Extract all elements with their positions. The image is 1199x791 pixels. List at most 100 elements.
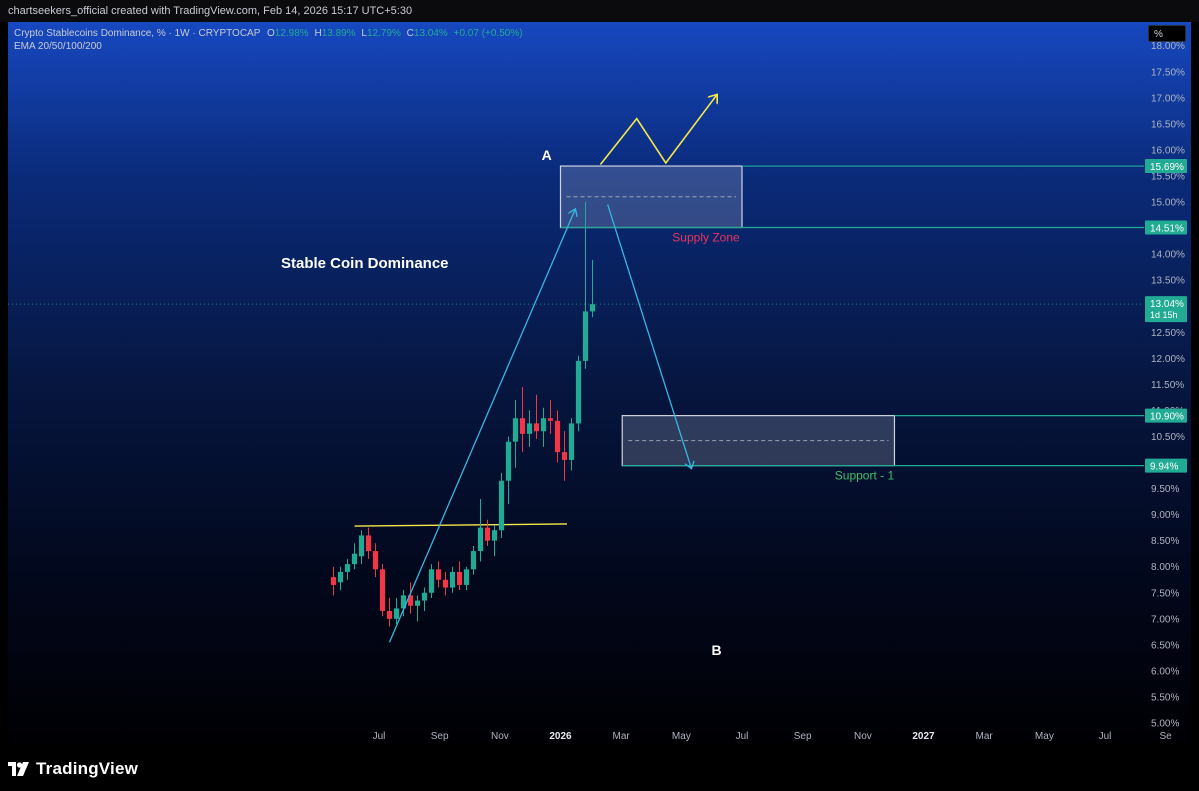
- x-tick-label: Jul: [1099, 731, 1112, 742]
- y-tick-label: 9.00%: [1151, 510, 1179, 521]
- current-price-tag: 13.04%: [1150, 299, 1184, 310]
- price-change: +0.07 (+0.50%): [453, 28, 523, 39]
- y-tick-label: 12.50%: [1151, 328, 1185, 339]
- y-tick-label: 5.50%: [1151, 692, 1179, 703]
- ohlc-open-label: O: [266, 28, 275, 39]
- y-tick-label: 17.00%: [1151, 93, 1185, 104]
- candle-body: [519, 418, 526, 434]
- price-tag: 10.90%: [1150, 412, 1184, 423]
- y-tick-label: 8.50%: [1151, 536, 1179, 547]
- candle-body: [414, 600, 421, 606]
- x-tick-label: Jul: [736, 731, 749, 742]
- candle-body: [372, 551, 379, 570]
- price-tag: 14.51%: [1150, 224, 1184, 235]
- y-tick-label: 13.50%: [1151, 276, 1185, 287]
- candle-body: [540, 418, 547, 432]
- x-tick-label: 2026: [549, 731, 572, 742]
- ohlc-close-value: 13.04%: [413, 28, 448, 39]
- y-tick-label: 16.50%: [1151, 119, 1185, 130]
- x-tick-label: Nov: [491, 731, 509, 742]
- indicator-label[interactable]: EMA 20/50/100/200: [14, 40, 523, 53]
- tradingview-wordmark: TradingView: [36, 759, 139, 778]
- chart-area[interactable]: 5.00% 5.50% 6.00% 6.50% 7.00% 7.50% 8.00% 8.50%…: [8, 22, 1191, 745]
- footer: TradingView: [0, 745, 1199, 791]
- support-zone-label: Support - 1: [835, 469, 895, 483]
- candle-body: [435, 569, 442, 580]
- point-label-b: B: [712, 642, 722, 658]
- x-tick-label: 2027: [912, 731, 935, 742]
- y-tick-label: 9.50%: [1151, 484, 1179, 495]
- candle-body: [568, 423, 575, 460]
- x-tick-label: Mar: [976, 731, 994, 742]
- y-tick-label: 5.00%: [1151, 719, 1179, 730]
- y-tick-label: 8.00%: [1151, 562, 1179, 573]
- attribution-text: chartseekers_official created with Tradi…: [8, 5, 413, 17]
- candle-body: [561, 452, 568, 460]
- candle-body: [358, 535, 365, 557]
- candle-body: [589, 304, 596, 312]
- candle-body: [428, 569, 435, 593]
- candle-body: [498, 480, 505, 531]
- x-tick-label: Sep: [431, 731, 449, 742]
- ohlc-high-label: H: [314, 28, 322, 39]
- y-tick-label: 11.50%: [1151, 380, 1184, 391]
- x-tick-label: Se: [1160, 731, 1173, 742]
- x-tick-label: Jul: [373, 731, 386, 742]
- tradingview-logo[interactable]: TradingView: [8, 759, 138, 779]
- candle-body: [575, 360, 582, 424]
- y-tick-label: 15.50%: [1151, 171, 1185, 182]
- y-tick-label: 6.00%: [1151, 666, 1179, 677]
- candle-body: [337, 571, 344, 583]
- candle-body: [470, 551, 477, 570]
- y-tick-label: 7.50%: [1151, 588, 1179, 599]
- y-tick-label: 10.50%: [1151, 432, 1185, 443]
- candle-body: [505, 441, 512, 481]
- supply-zone-label: Supply Zone: [672, 231, 740, 245]
- chart-legend: Crypto Stablecoins Dominance, % · 1W · C…: [14, 27, 523, 53]
- y-tick-label: 15.00%: [1151, 198, 1185, 209]
- scale-unit-button[interactable]: %: [1148, 25, 1186, 42]
- tradingview-logo-icon: [8, 762, 29, 776]
- candle-body: [533, 423, 540, 432]
- candle-body: [484, 527, 491, 541]
- y-tick-label: 12.00%: [1151, 354, 1185, 365]
- x-tick-label: May: [672, 731, 691, 742]
- x-tick-label: Sep: [794, 731, 812, 742]
- x-tick-label: May: [1035, 731, 1054, 742]
- ohlc-close-label: C: [406, 28, 414, 39]
- point-label-a: A: [542, 147, 552, 163]
- symbol-name[interactable]: Crypto Stablecoins Dominance, % · 1W · C…: [14, 28, 260, 39]
- y-tick-label: 7.00%: [1151, 614, 1179, 625]
- price-tag: 15.69%: [1150, 162, 1184, 173]
- ohlc-low-value: 12.79%: [366, 28, 401, 39]
- candle-body: [456, 571, 463, 585]
- candle-body: [449, 571, 456, 588]
- ohlc-open-value: 12.98%: [274, 28, 309, 39]
- candle-body: [477, 527, 484, 552]
- x-tick-label: Mar: [613, 731, 631, 742]
- candle-body: [330, 577, 337, 585]
- candle-body: [351, 553, 358, 565]
- chart-background: [8, 22, 1191, 745]
- y-tick-label: 6.50%: [1151, 640, 1179, 651]
- y-tick-label: 17.50%: [1151, 67, 1185, 78]
- bar-countdown: 1d 15h: [1150, 310, 1178, 320]
- candle-body: [463, 569, 470, 585]
- legend-line-1: Crypto Stablecoins Dominance, % · 1W · C…: [14, 27, 523, 40]
- y-tick-label: 14.00%: [1151, 250, 1185, 261]
- chart-title: Stable Coin Dominance: [281, 255, 449, 272]
- candle-body: [526, 423, 533, 434]
- candle-body: [386, 610, 393, 619]
- attribution-bar: chartseekers_official created with Tradi…: [0, 0, 1199, 22]
- candle-body: [421, 592, 428, 601]
- candle-body: [393, 608, 400, 619]
- candle-body: [379, 569, 386, 611]
- candle-body: [344, 564, 351, 572]
- candle-body: [365, 535, 372, 552]
- price-tag: 9.94%: [1150, 462, 1178, 473]
- candle-body: [442, 579, 449, 588]
- price-chart[interactable]: 5.00% 5.50% 6.00% 6.50% 7.00% 7.50% 8.00% 8.50%…: [8, 22, 1191, 745]
- candle-body: [554, 420, 561, 453]
- candle-body: [547, 418, 554, 421]
- candle-body: [491, 530, 498, 541]
